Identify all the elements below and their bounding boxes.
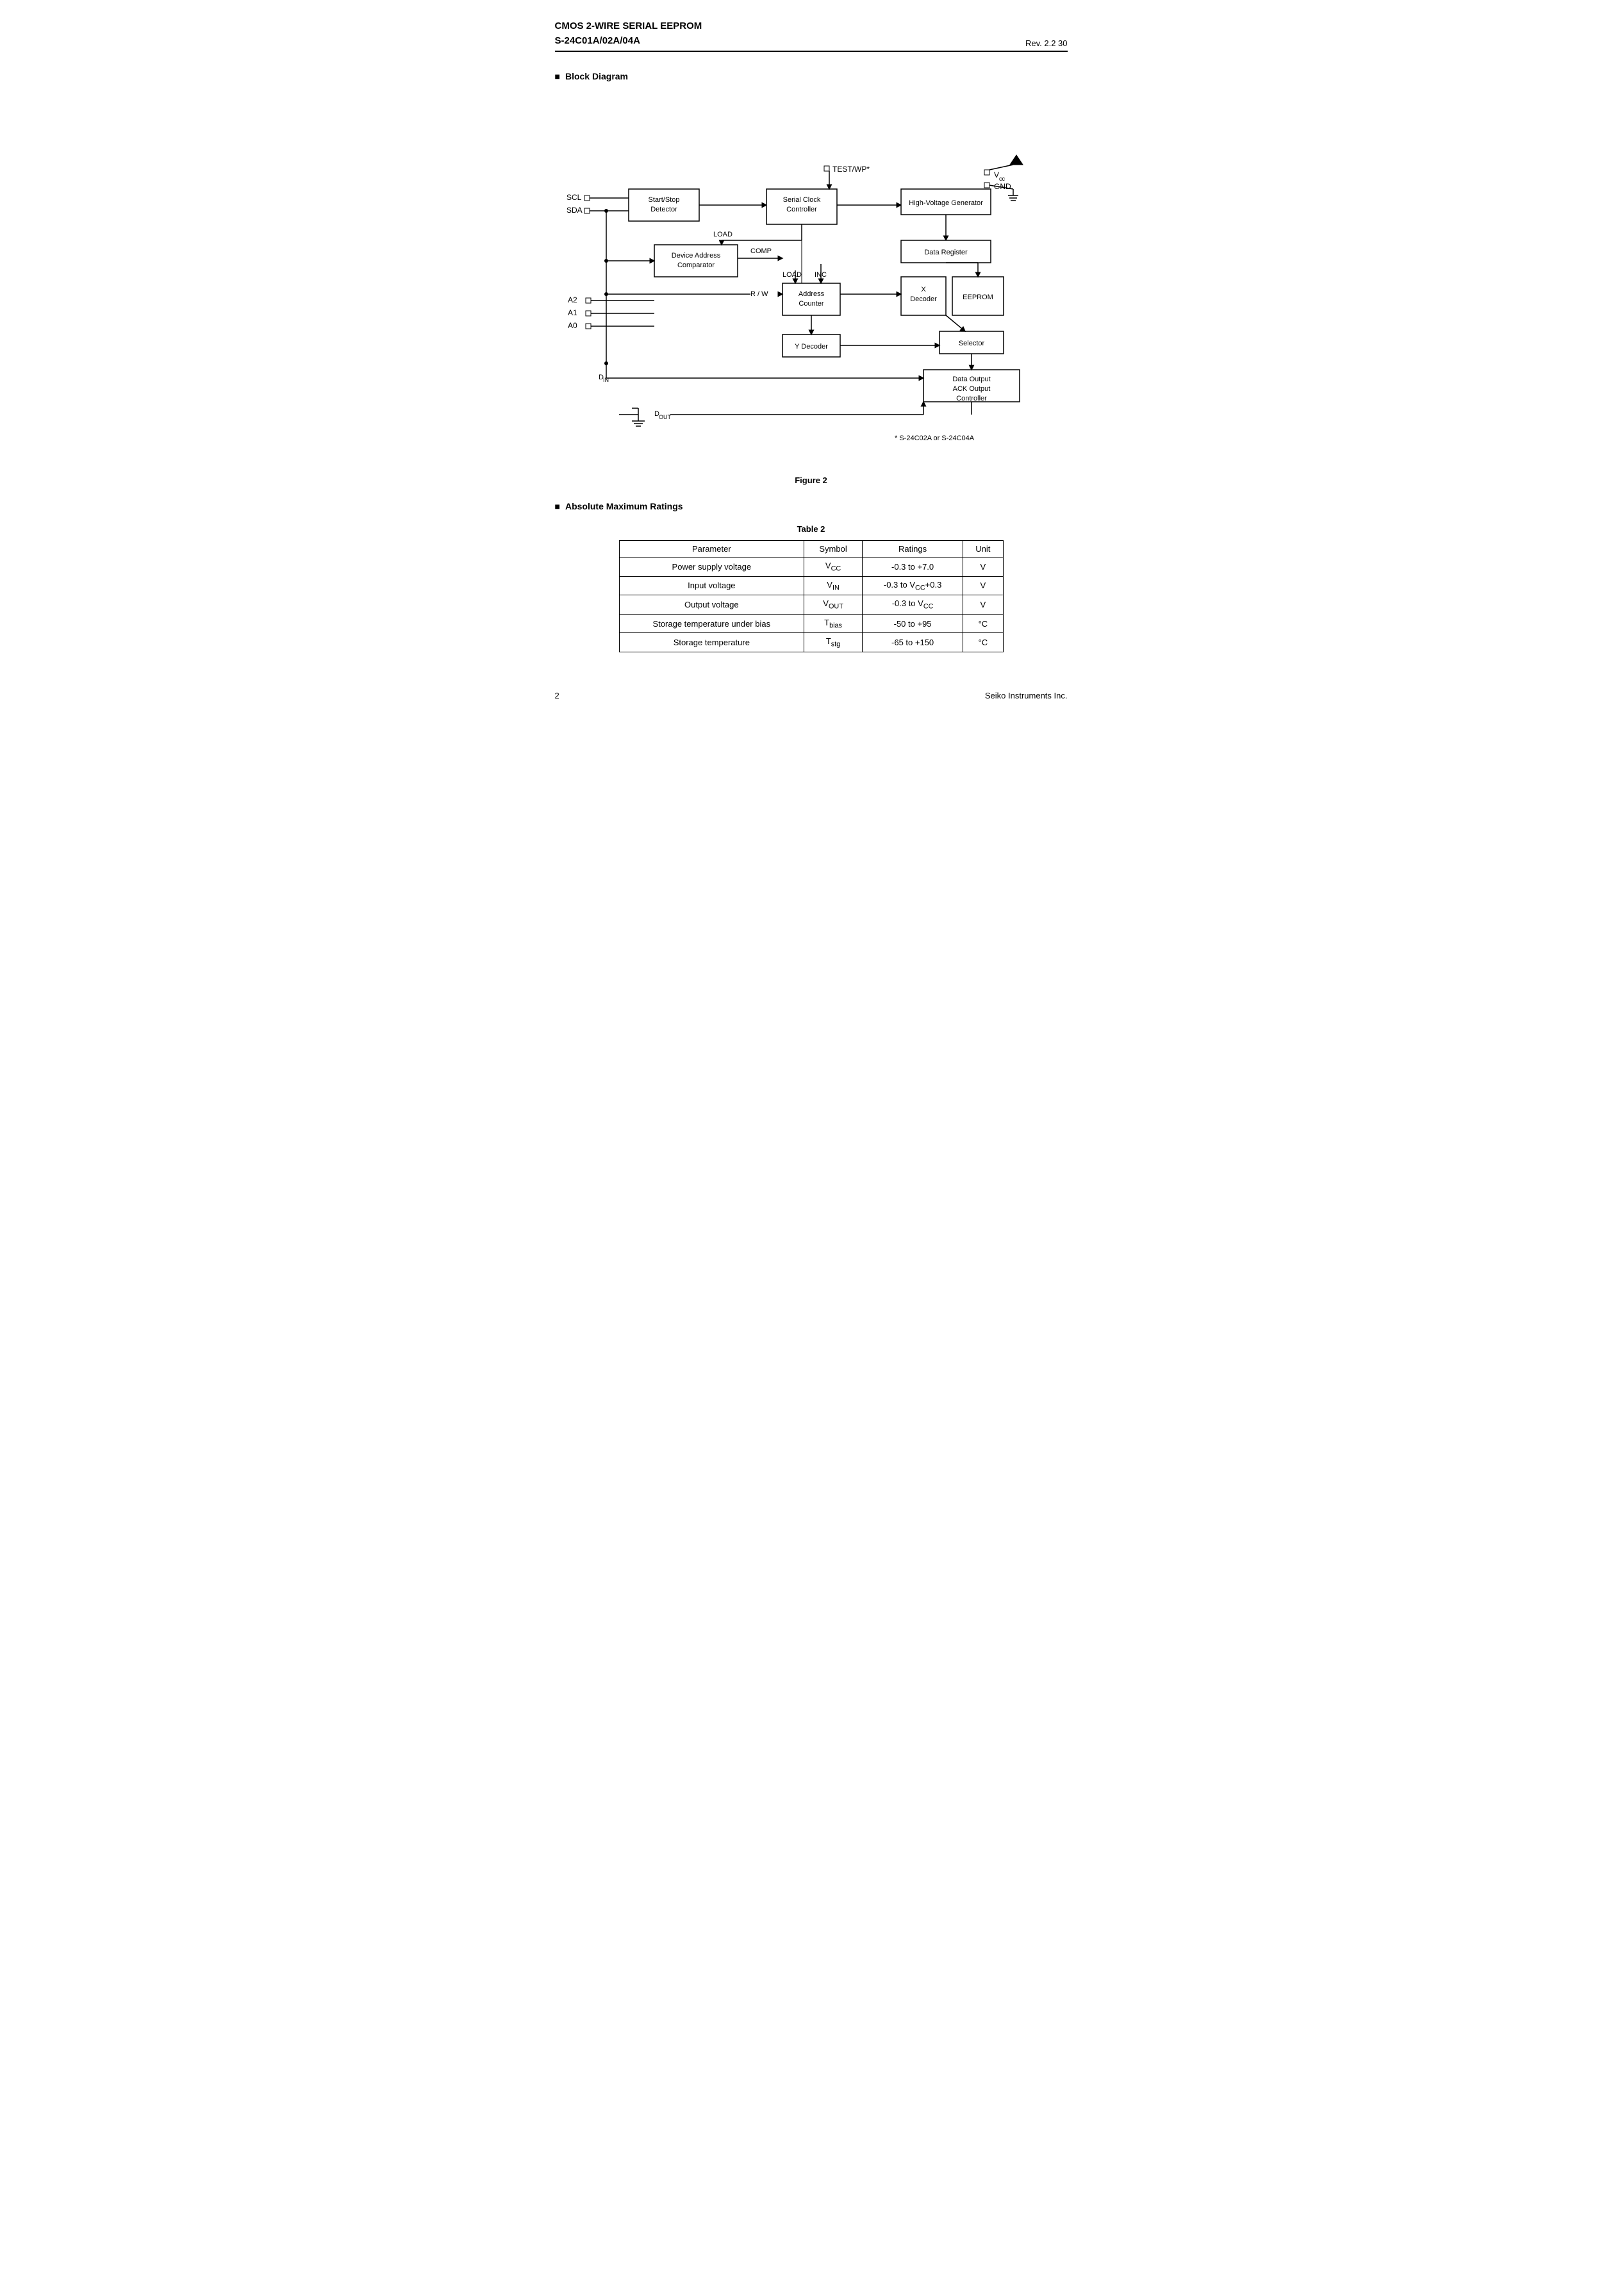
- svg-text:Controller: Controller: [786, 206, 817, 213]
- document-title: CMOS 2-WIRE SERIAL EEPROM S-24C01A/02A/0…: [555, 19, 702, 48]
- col-header-unit: Unit: [963, 541, 1003, 557]
- param-cell: Output voltage: [619, 595, 804, 615]
- unit-cell: V: [963, 576, 1003, 595]
- ratings-cell: -0.3 to VCC: [862, 595, 963, 615]
- page-footer: 2 Seiko Instruments Inc.: [555, 691, 1068, 700]
- absolute-max-table: Parameter Symbol Ratings Unit Power supp…: [619, 540, 1004, 652]
- svg-text:* S-24C02A or S-24C04A: * S-24C02A or S-24C04A: [895, 434, 975, 442]
- col-header-parameter: Parameter: [619, 541, 804, 557]
- ratings-cell: -65 to +150: [862, 633, 963, 652]
- unit-cell: V: [963, 557, 1003, 577]
- page-number: 2: [555, 691, 559, 700]
- svg-text:Start/Stop: Start/Stop: [648, 196, 679, 204]
- svg-text:A2: A2: [568, 295, 577, 304]
- svg-text:EEPROM: EEPROM: [963, 293, 993, 301]
- svg-text:SDA: SDA: [567, 206, 583, 215]
- symbol-cell: Tstg: [804, 633, 863, 652]
- svg-text:Detector: Detector: [650, 206, 677, 213]
- svg-text:ACK Output: ACK Output: [952, 385, 990, 393]
- svg-text:LOAD: LOAD: [713, 231, 732, 238]
- table-row: Output voltage VOUT -0.3 to VCC V: [619, 595, 1003, 615]
- svg-text:Selector: Selector: [958, 340, 984, 347]
- table-row: Input voltage VIN -0.3 to VCC+0.3 V: [619, 576, 1003, 595]
- unit-cell: °C: [963, 633, 1003, 652]
- svg-text:High-Voltage Generator: High-Voltage Generator: [909, 199, 983, 207]
- svg-text:Device Address: Device Address: [671, 252, 720, 260]
- svg-text:SCL: SCL: [567, 193, 582, 202]
- svg-text:Decoder: Decoder: [910, 295, 937, 303]
- param-cell: Input voltage: [619, 576, 804, 595]
- block-diagram-heading: Block Diagram: [555, 71, 1068, 81]
- table-row: Power supply voltage VCC -0.3 to +7.0 V: [619, 557, 1003, 577]
- param-cell: Storage temperature under bias: [619, 614, 804, 633]
- param-cell: Storage temperature: [619, 633, 804, 652]
- table-row: Storage temperature Tstg -65 to +150 °C: [619, 633, 1003, 652]
- svg-text:A1: A1: [568, 308, 577, 317]
- page-header: CMOS 2-WIRE SERIAL EEPROM S-24C01A/02A/0…: [555, 19, 1068, 52]
- unit-cell: °C: [963, 614, 1003, 633]
- svg-text:Address: Address: [798, 290, 824, 298]
- svg-text:Y Decoder: Y Decoder: [795, 343, 828, 351]
- table-caption: Table 2: [555, 524, 1068, 534]
- unit-cell: V: [963, 595, 1003, 615]
- revision-label: Rev. 2.2 30: [1025, 38, 1068, 48]
- svg-text:LOAD: LOAD: [782, 271, 802, 279]
- svg-text:COMP: COMP: [750, 247, 772, 255]
- svg-text:Data Register: Data Register: [924, 249, 968, 256]
- figure-caption: Figure 2: [555, 475, 1068, 485]
- svg-text:OUT: OUT: [659, 414, 672, 420]
- col-header-symbol: Symbol: [804, 541, 863, 557]
- svg-text:Serial Clock: Serial Clock: [782, 196, 820, 204]
- company-name: Seiko Instruments Inc.: [985, 691, 1068, 700]
- ratings-cell: -50 to +95: [862, 614, 963, 633]
- ratings-cell: -0.3 to +7.0: [862, 557, 963, 577]
- svg-text:Controller: Controller: [956, 395, 987, 402]
- symbol-cell: VIN: [804, 576, 863, 595]
- svg-text:TEST/WP*: TEST/WP*: [832, 165, 870, 174]
- svg-text:Comparator: Comparator: [677, 261, 714, 269]
- symbol-cell: VCC: [804, 557, 863, 577]
- ratings-cell: -0.3 to VCC+0.3: [862, 576, 963, 595]
- svg-text:Vcc: Vcc: [994, 170, 1005, 182]
- abs-max-heading: Absolute Maximum Ratings: [555, 501, 1068, 511]
- symbol-cell: VOUT: [804, 595, 863, 615]
- param-cell: Power supply voltage: [619, 557, 804, 577]
- block-diagram: SCL SDA Start/Stop Detector Serial Clock…: [555, 94, 1068, 466]
- svg-text:A0: A0: [568, 321, 577, 330]
- svg-text:R / W: R / W: [750, 290, 768, 298]
- table-row: Storage temperature under bias Tbias -50…: [619, 614, 1003, 633]
- symbol-cell: Tbias: [804, 614, 863, 633]
- block-diagram-svg: SCL SDA Start/Stop Detector Serial Clock…: [555, 94, 1080, 466]
- svg-text:Data Output: Data Output: [952, 376, 990, 383]
- svg-text:Counter: Counter: [799, 300, 823, 308]
- svg-text:X: X: [921, 286, 926, 293]
- col-header-ratings: Ratings: [862, 541, 963, 557]
